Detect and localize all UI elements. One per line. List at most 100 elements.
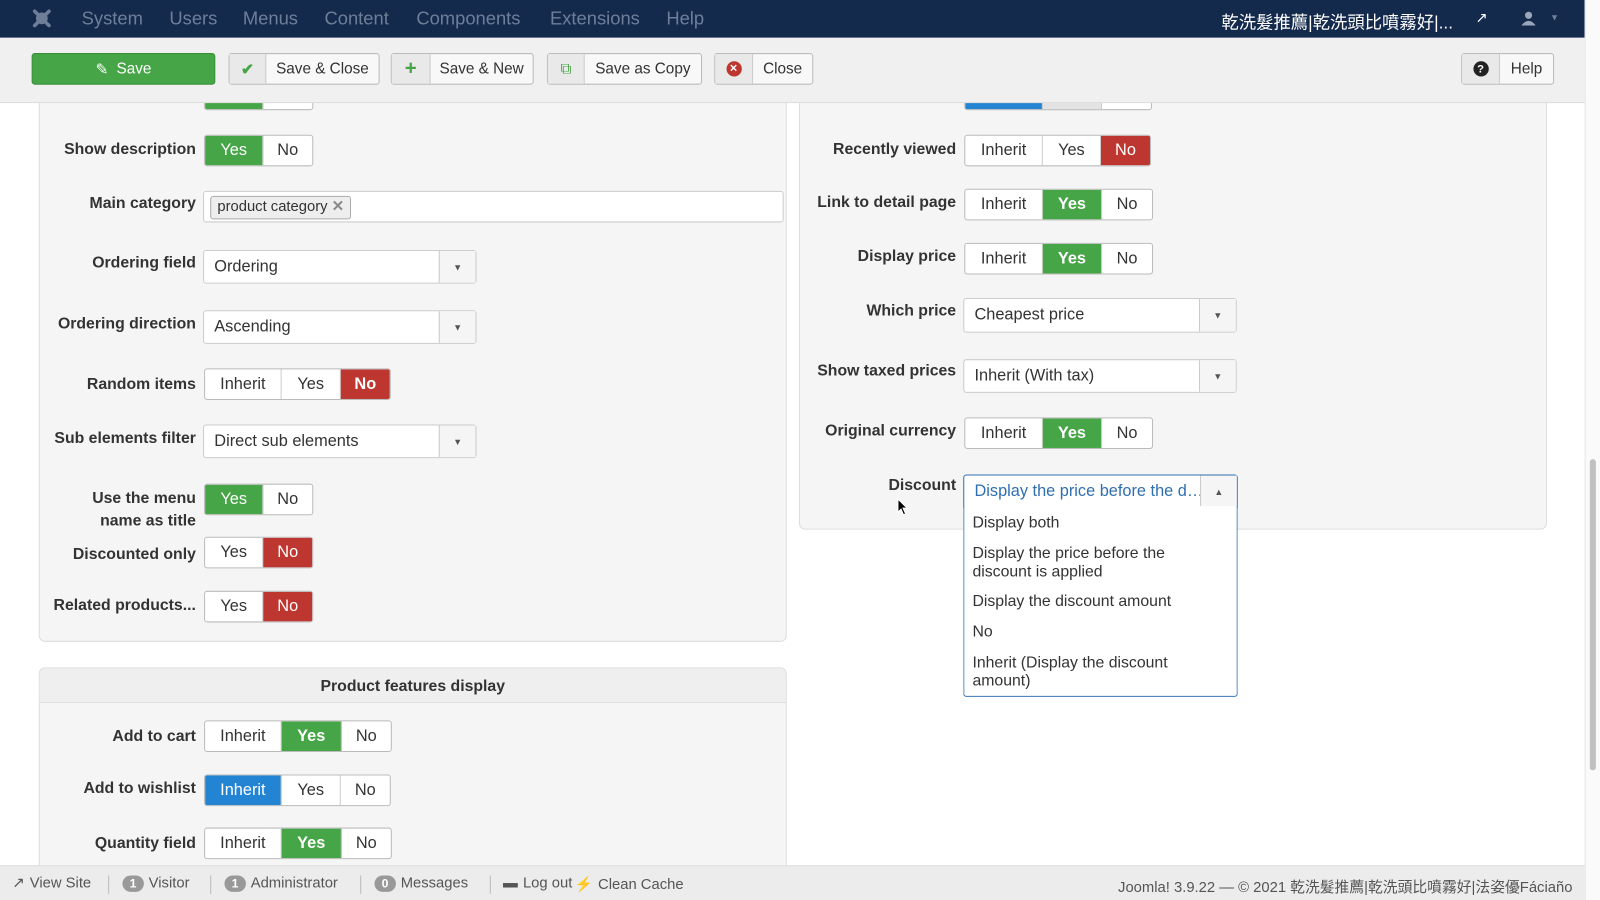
option-no[interactable]: No xyxy=(1102,244,1152,274)
save-new-button[interactable]: + Save & New xyxy=(390,53,534,85)
chevron-down-icon: ▼ xyxy=(438,425,476,458)
scrollbar-thumb[interactable] xyxy=(1589,459,1596,771)
external-link-icon: ↗ xyxy=(12,875,25,892)
option-inherit[interactable]: Inherit xyxy=(965,189,1043,220)
administrators-link[interactable]: 1 Administrator xyxy=(224,875,338,892)
save-button[interactable]: ✎ Save xyxy=(31,53,216,85)
dropdown-option[interactable]: Display the price before the discount is… xyxy=(972,545,1217,582)
option-no[interactable]: No xyxy=(263,485,312,515)
option-yes[interactable]: Yes xyxy=(281,721,342,752)
site-title-link[interactable]: 乾洗髮推薦|乾洗頭比噴霧好|... xyxy=(1221,8,1453,34)
option-no[interactable]: No xyxy=(263,136,312,166)
option-inherit[interactable]: Inherit xyxy=(965,418,1043,448)
page-scrollbar[interactable] xyxy=(1584,0,1600,900)
recently-viewed-toggle[interactable]: Inherit Yes No xyxy=(964,134,1152,167)
view-site-link[interactable]: ↗ View Site xyxy=(12,876,91,892)
option-inherit[interactable]: Inherit xyxy=(965,135,1043,166)
dropdown-option[interactable]: Display the discount amount xyxy=(972,593,1171,611)
dropdown-option[interactable]: Display both xyxy=(972,514,1059,532)
option-no[interactable]: No xyxy=(342,829,391,859)
sub-elements-filter-label: Sub elements filter xyxy=(54,429,196,447)
option-yes[interactable]: Yes xyxy=(1042,243,1103,274)
joomla-logo-icon[interactable] xyxy=(31,7,53,29)
menu-users[interactable]: Users xyxy=(169,8,217,29)
menu-components[interactable]: Components xyxy=(416,8,520,29)
original-currency-toggle[interactable]: Inherit Yes No xyxy=(964,417,1154,449)
quantity-field-toggle[interactable]: Inherit Yes No xyxy=(204,827,392,860)
dropdown-option[interactable]: No xyxy=(972,623,992,641)
main-category-label: Main category xyxy=(89,194,196,213)
edit-icon: ✎ xyxy=(95,60,109,79)
link-detail-toggle[interactable]: Inherit Yes No xyxy=(964,188,1154,221)
add-to-wishlist-toggle[interactable]: Inherit Yes No xyxy=(204,774,391,807)
status-footer: ↗ View Site 1 Visitor 1 Administrator 0 Mess… xyxy=(0,865,1585,900)
top-navbar: System Users Menus Content Components Ex… xyxy=(0,0,1585,38)
option-yes[interactable]: Yes xyxy=(1043,135,1102,166)
logout-link[interactable]: ▬ Log out xyxy=(503,876,572,892)
use-menu-name-toggle[interactable]: Yes No xyxy=(204,483,314,516)
show-taxed-select[interactable]: Inherit (With tax) ▼ xyxy=(963,359,1237,393)
option-yes[interactable]: Yes xyxy=(1042,418,1103,448)
display-price-label: Display price xyxy=(857,247,957,266)
close-button[interactable]: ✕ Close xyxy=(714,53,814,85)
option-yes[interactable]: Yes xyxy=(281,828,342,859)
cancel-circle-icon: ✕ xyxy=(715,54,754,84)
discounted-only-toggle[interactable]: Yes No xyxy=(204,536,314,569)
save-copy-button[interactable]: ⧉ Save as Copy xyxy=(546,53,703,85)
menu-help[interactable]: Help xyxy=(666,8,704,29)
clean-cache-link[interactable]: ⚡ Clean Cache xyxy=(574,876,683,893)
plus-icon: + xyxy=(391,54,431,84)
menu-content[interactable]: Content xyxy=(324,8,388,29)
option-no[interactable]: No xyxy=(1101,135,1150,166)
option-yes[interactable]: Yes xyxy=(282,369,341,399)
remove-chip-icon[interactable]: ✕ xyxy=(332,199,344,215)
option-no[interactable]: No xyxy=(263,591,313,622)
display-price-toggle[interactable]: Inherit Yes No xyxy=(964,242,1154,275)
toolbar: ✎ Save ✔ Save & Close + Save & New ⧉ Save as… xyxy=(0,37,1585,104)
save-close-button[interactable]: ✔ Save & Close xyxy=(228,53,380,85)
option-yes[interactable]: Yes xyxy=(205,135,264,166)
visitors-link[interactable]: 1 Visitor xyxy=(122,875,190,892)
caret-down-icon[interactable]: ▼ xyxy=(1550,12,1559,22)
category-chip: product category ✕ xyxy=(210,195,352,220)
sub-elements-filter-select[interactable]: Direct sub elements ▼ xyxy=(203,424,477,459)
option-no[interactable]: No xyxy=(340,369,390,399)
help-button[interactable]: ? Help xyxy=(1461,53,1555,85)
discount-select[interactable]: Display the price before the d… ▲ xyxy=(963,474,1238,509)
show-description-toggle[interactable]: Yes No xyxy=(204,134,314,167)
option-no[interactable]: No xyxy=(1102,190,1152,220)
option-yes[interactable]: Yes xyxy=(282,775,341,806)
add-to-cart-toggle[interactable]: Inherit Yes No xyxy=(204,720,392,753)
menu-extensions[interactable]: Extensions xyxy=(550,8,640,29)
option-yes[interactable]: Yes xyxy=(205,591,264,622)
ordering-direction-select[interactable]: Ascending ▼ xyxy=(203,310,477,344)
ordering-direction-label: Ordering direction xyxy=(57,315,196,333)
option-no[interactable]: No xyxy=(1102,418,1152,448)
ordering-field-select[interactable]: Ordering ▼ xyxy=(203,249,477,284)
which-price-select[interactable]: Cheapest price ▼ xyxy=(963,297,1237,333)
option-yes[interactable]: Yes xyxy=(1042,189,1103,220)
minus-icon: ▬ xyxy=(503,875,518,892)
option-no[interactable]: No xyxy=(263,537,313,568)
recently-viewed-label: Recently viewed xyxy=(833,140,957,159)
option-inherit[interactable]: Inherit xyxy=(205,775,282,806)
dropdown-option[interactable]: Inherit (Display the discount amount) xyxy=(972,654,1217,691)
option-no[interactable]: No xyxy=(342,721,391,751)
related-products-toggle[interactable]: Yes No xyxy=(204,590,314,623)
menu-system[interactable]: System xyxy=(82,8,143,29)
menu-menus[interactable]: Menus xyxy=(243,8,298,29)
random-items-toggle[interactable]: Inherit Yes No xyxy=(204,368,391,400)
option-inherit[interactable]: Inherit xyxy=(205,721,282,752)
user-menu-icon[interactable] xyxy=(1521,11,1536,26)
option-yes[interactable]: Yes xyxy=(205,484,264,515)
option-yes[interactable]: Yes xyxy=(205,537,264,568)
option-no[interactable]: No xyxy=(341,776,390,806)
option-inherit[interactable]: Inherit xyxy=(205,369,282,399)
option-inherit[interactable]: Inherit xyxy=(205,828,282,859)
lightning-icon: ⚡ xyxy=(574,876,593,893)
option-inherit[interactable]: Inherit xyxy=(965,243,1043,274)
messages-link[interactable]: 0 Messages xyxy=(374,875,468,892)
main-category-input[interactable]: product category ✕ xyxy=(203,190,784,223)
chevron-up-icon: ▲ xyxy=(1199,475,1237,509)
show-description-label: Show description xyxy=(64,140,196,159)
